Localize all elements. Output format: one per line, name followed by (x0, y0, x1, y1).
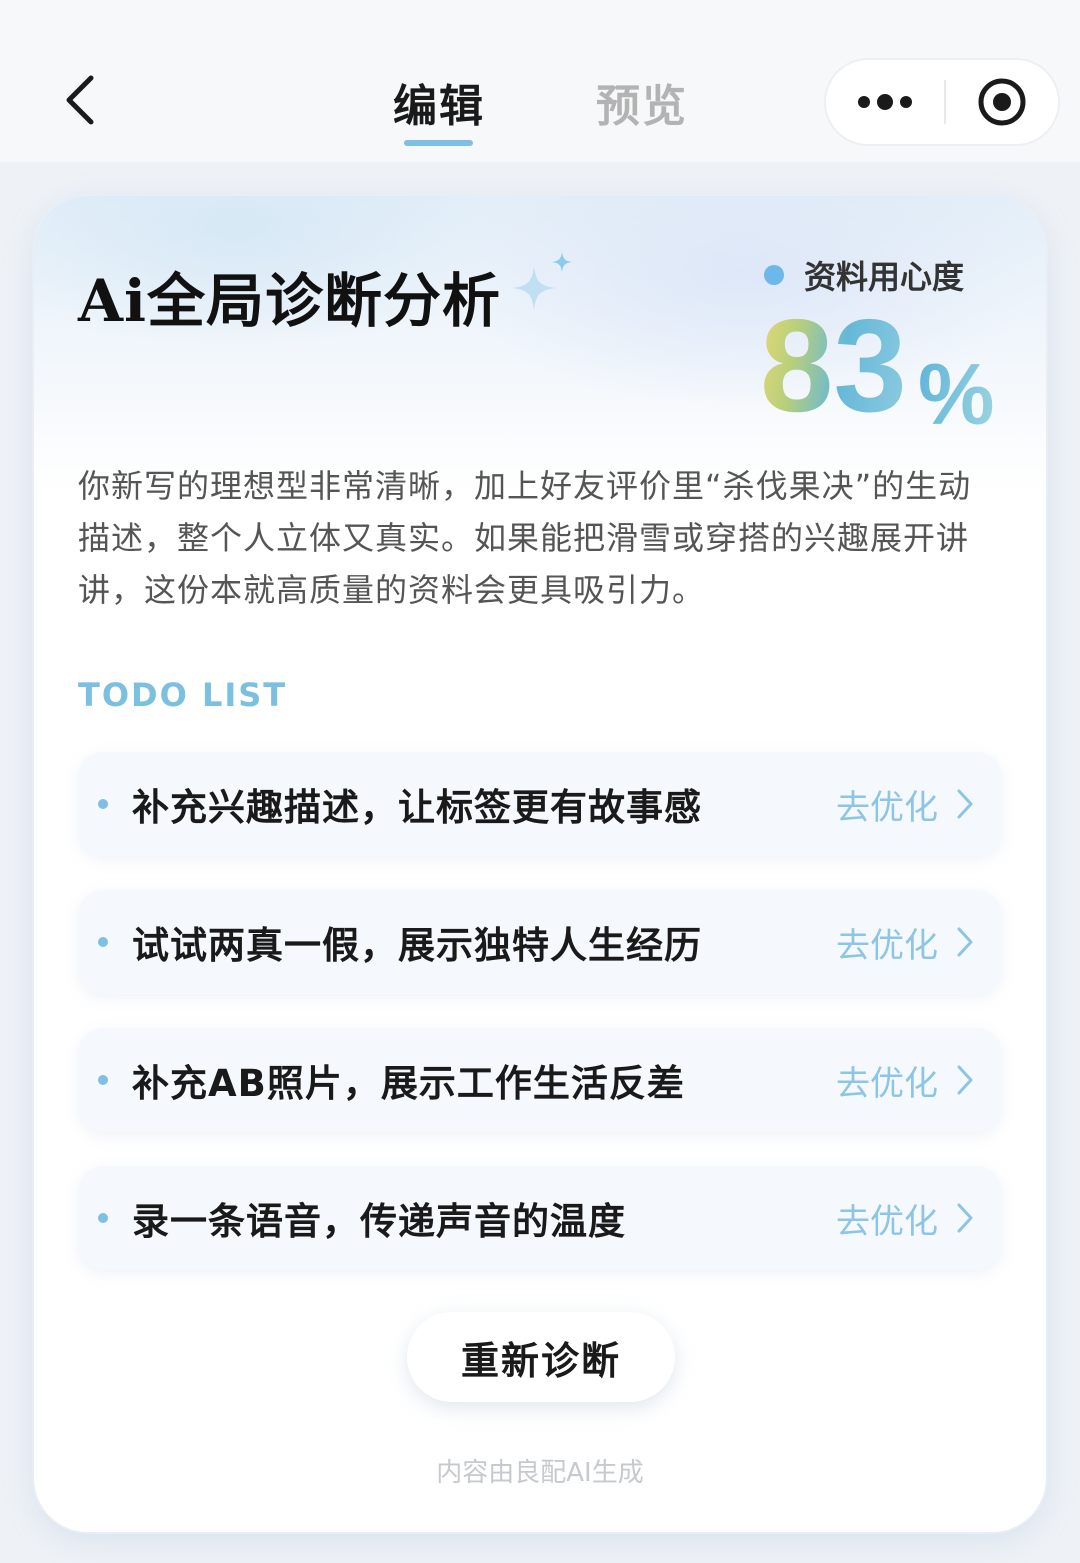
bullet-dot (98, 1213, 108, 1223)
target-icon (978, 78, 1026, 126)
score-dot (764, 265, 784, 285)
bullet-dot (98, 1075, 108, 1085)
top-navigation-bar: 编辑 预览 (0, 0, 1080, 162)
score-value: 83 (760, 292, 907, 439)
close-miniprogram-button[interactable] (946, 60, 1058, 144)
todo-text: 试试两真一假，展示独特人生经历 (132, 924, 702, 967)
more-dots-icon (858, 94, 912, 110)
todo-text: 录一条语音，传递声音的温度 (132, 1200, 626, 1243)
optimize-label: 去优化 (836, 925, 938, 966)
todo-item[interactable]: 补充兴趣描述，让标签更有故事感 去优化 (78, 752, 1002, 856)
chevron-right-icon (957, 789, 973, 819)
optimize-link[interactable]: 去优化 (836, 1056, 974, 1105)
ai-generated-note: 内容由良配AI生成 (436, 1458, 644, 1488)
todo-heading: TODO LIST (78, 676, 288, 714)
chevron-right-icon (957, 927, 973, 957)
todo-item[interactable]: 试试两真一假，展示独特人生经历 去优化 (78, 890, 1002, 994)
todo-text: 补充兴趣描述，让标签更有故事感 (132, 786, 702, 829)
tab-edit[interactable]: 编辑 (393, 70, 485, 134)
bullet-dot (98, 799, 108, 809)
miniprogram-capsule (824, 58, 1060, 146)
optimize-link[interactable]: 去优化 (836, 780, 974, 829)
back-button[interactable] (50, 68, 110, 132)
optimize-label: 去优化 (836, 1201, 938, 1242)
todo-item[interactable]: 录一条语音，传递声音的温度 去优化 (78, 1166, 1002, 1270)
optimize-link[interactable]: 去优化 (836, 1194, 974, 1243)
todo-item[interactable]: 补充AB照片，展示工作生活反差 去优化 (78, 1028, 1002, 1132)
optimize-label: 去优化 (836, 1063, 938, 1104)
chevron-left-icon (66, 75, 94, 125)
tab-preview[interactable]: 预览 (596, 70, 688, 134)
rediagnose-button[interactable]: 重新诊断 (407, 1312, 675, 1402)
sparkle-icon (512, 252, 572, 310)
optimize-link[interactable]: 去优化 (836, 918, 974, 967)
active-tab-indicator (404, 140, 473, 146)
chevron-right-icon (957, 1203, 973, 1233)
diagnosis-description: 你新写的理想型非常清晰，加上好友评价里“杀伐果决”的生动描述，整个人立体又真实。… (78, 467, 972, 609)
optimize-label: 去优化 (836, 787, 938, 828)
chevron-right-icon (957, 1065, 973, 1095)
card-title: Ai全局诊断分析 (78, 267, 502, 335)
score-unit: % (918, 347, 995, 443)
diagnosis-card: Ai全局诊断分析 资料用心度 83 % 你新写的理想型非常清晰，加上好友评价里“… (34, 196, 1046, 1532)
todo-list: 补充兴趣描述，让标签更有故事感 去优化 试试两真一假，展示独特人生经历 去优化 … (78, 752, 1002, 1304)
more-button[interactable] (826, 60, 944, 144)
todo-text: 补充AB照片，展示工作生活反差 (132, 1062, 685, 1105)
bullet-dot (98, 937, 108, 947)
